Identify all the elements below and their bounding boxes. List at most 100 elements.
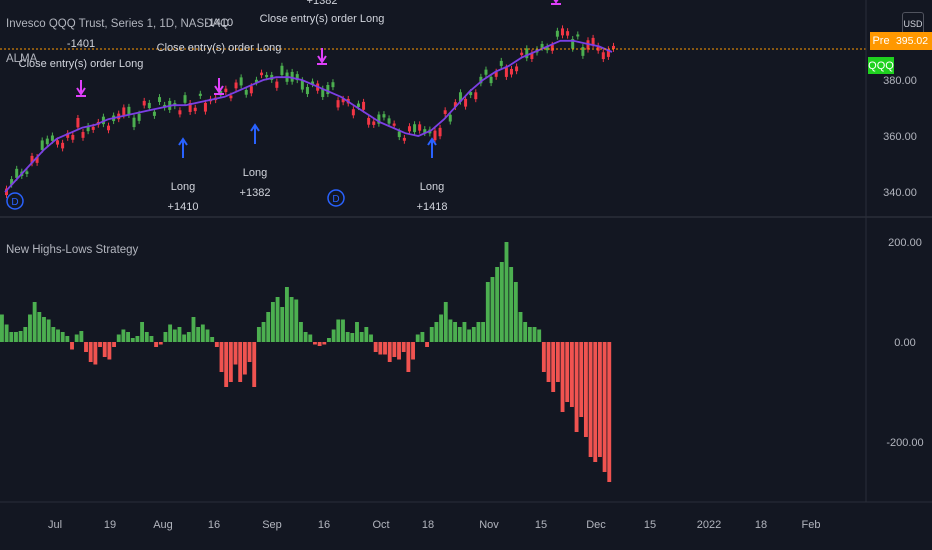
histogram-bar [341, 319, 345, 342]
histogram-bar [569, 342, 574, 407]
histogram-bar [504, 242, 509, 342]
histogram-bar [252, 342, 257, 387]
candle-body [372, 121, 376, 125]
exit-pnl-label: +1382 [307, 0, 338, 7]
exit-pnl-label: -1401 [67, 38, 95, 50]
histogram-bar [313, 342, 317, 345]
entry-label: Long [171, 181, 195, 193]
histogram-bar [18, 331, 23, 342]
price-tick-label: 340.00 [883, 187, 917, 199]
histogram-bar [457, 327, 462, 342]
exit-order-label: Close entry(s) order Long [157, 42, 282, 54]
chart-canvas[interactable]: -1401Close entry(s) order Long-1410Close… [0, 0, 932, 550]
candle-body [504, 67, 508, 77]
histogram-bar [532, 327, 537, 342]
candle-body [15, 168, 19, 178]
candle-body [438, 127, 442, 137]
histogram-bar [359, 332, 364, 342]
candle-body [418, 124, 422, 131]
candle-body [91, 126, 95, 130]
candle-body [25, 171, 29, 175]
histogram-bar [327, 338, 331, 342]
histogram-bar [247, 342, 252, 362]
histogram-bar [289, 297, 294, 342]
histogram-bar [467, 329, 472, 342]
candle-body [152, 111, 156, 116]
indicator-tick-label: 0.00 [894, 337, 915, 349]
histogram-bar [481, 322, 486, 342]
histogram-bar [205, 329, 210, 342]
histogram-bar [56, 329, 60, 342]
histogram-bar [112, 342, 116, 347]
histogram-bar [602, 342, 607, 472]
time-tick-label: Nov [479, 519, 499, 531]
candle-body [392, 123, 396, 126]
histogram-bar [163, 332, 168, 342]
candle-body [234, 82, 238, 89]
histogram-bar [471, 327, 476, 342]
candle-body [50, 135, 54, 141]
time-tick-label: Aug [153, 519, 173, 531]
candle-body [61, 142, 65, 149]
histogram-bar [14, 332, 18, 342]
histogram-bar [490, 277, 495, 342]
symbol-title[interactable]: Invesco QQQ Trust, Series 1, 1D, NASDAQ [6, 18, 229, 30]
time-tick-label: 19 [104, 519, 116, 531]
subpane-title[interactable]: New Highs-Lows Strategy [6, 244, 138, 256]
candle-body [137, 113, 141, 121]
candle-body [591, 37, 595, 45]
time-tick-label: Sep [262, 519, 282, 531]
entry-pnl-label: +1382 [240, 187, 271, 199]
histogram-bar [588, 342, 593, 457]
histogram-bar [32, 302, 37, 342]
time-tick-label: 2022 [697, 519, 721, 531]
candle-body [122, 107, 126, 116]
histogram-bar [537, 329, 542, 342]
histogram-bar [107, 342, 112, 360]
histogram-bar [574, 342, 579, 432]
histogram-bar [513, 282, 518, 342]
candle-body [229, 95, 233, 99]
histogram-bar [98, 342, 102, 347]
histogram-bar [443, 302, 448, 342]
histogram-bar [79, 331, 84, 342]
candle-body [132, 117, 136, 128]
histogram-bar [565, 342, 570, 402]
candle-body [509, 68, 513, 75]
price-tick-label: 360.00 [883, 131, 917, 143]
candle-body [81, 132, 85, 138]
histogram-bar [555, 342, 560, 382]
histogram-bar [228, 342, 233, 382]
candle-body [464, 98, 468, 107]
time-tick-label: 18 [422, 519, 434, 531]
candle-body [367, 117, 371, 125]
histogram-bar [345, 332, 350, 342]
histogram-bar [70, 342, 74, 350]
indicator-tick-label: 200.00 [888, 237, 922, 249]
candle-body [265, 74, 269, 78]
histogram-bar [168, 324, 173, 342]
time-tick-label: Oct [372, 519, 389, 531]
histogram-bar [60, 332, 65, 342]
histogram-bar [130, 338, 135, 342]
time-tick-label: 15 [535, 519, 547, 531]
histogram-bar [387, 342, 392, 362]
histogram-bar [429, 327, 434, 342]
histogram-bar [280, 307, 285, 342]
indicator-label[interactable]: ALMA [6, 53, 37, 65]
histogram-bar [275, 297, 280, 342]
candle-body [158, 97, 162, 102]
histogram-bar [238, 342, 243, 382]
candle-body [576, 34, 580, 37]
histogram-bar [541, 342, 546, 372]
histogram-bar [308, 334, 313, 342]
histogram-bar [74, 334, 79, 342]
histogram-bar [495, 267, 500, 342]
candle-body [244, 89, 248, 95]
histogram-bar [406, 342, 411, 372]
candle-body [448, 114, 452, 122]
candle-body [581, 47, 585, 56]
histogram-bar [476, 322, 481, 342]
histogram-bar [425, 342, 430, 347]
candle-body [351, 109, 355, 116]
